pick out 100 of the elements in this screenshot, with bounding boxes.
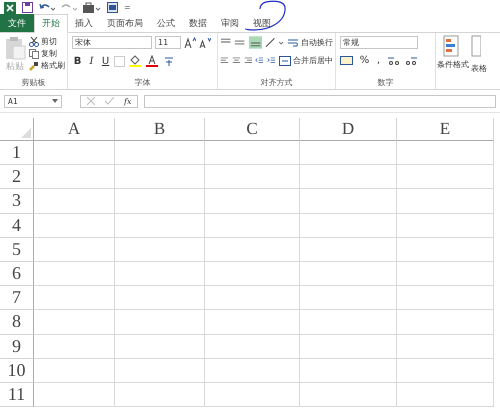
grid-cell[interactable]	[397, 141, 494, 166]
grid-cell[interactable]	[34, 382, 115, 408]
grid-cell[interactable]	[115, 286, 205, 310]
borders-icon[interactable]	[114, 56, 126, 66]
grid-cell[interactable]	[205, 286, 300, 310]
ribbon-tab[interactable]: 公式	[150, 14, 182, 32]
grid-cell[interactable]	[205, 189, 300, 214]
grid-cell[interactable]	[34, 141, 115, 166]
column-header[interactable]: A	[34, 118, 115, 141]
formula-input[interactable]	[144, 94, 496, 108]
row-header[interactable]: 1	[0, 141, 34, 166]
font-size-dropdown[interactable]: 11	[155, 36, 181, 49]
grid-cell[interactable]	[205, 262, 300, 286]
grid-cell[interactable]	[34, 358, 115, 383]
ribbon-tab[interactable]: 插入	[68, 14, 100, 32]
ribbon-tab[interactable]: 文件	[0, 14, 34, 32]
select-all-corner[interactable]	[0, 118, 34, 141]
grid-cell[interactable]	[205, 141, 300, 166]
cancel-icon[interactable]	[87, 97, 95, 105]
undo-icon[interactable]	[39, 2, 55, 13]
row-header[interactable]: 10	[0, 358, 34, 383]
grid-cell[interactable]	[397, 286, 494, 310]
grid-cell[interactable]	[115, 238, 205, 262]
percent-button[interactable]: %	[359, 55, 370, 66]
grid-cell[interactable]	[300, 358, 397, 383]
orientation-icon[interactable]	[265, 37, 284, 48]
grid-cell[interactable]	[205, 165, 300, 190]
decrease-decimal-icon[interactable]	[404, 55, 418, 66]
grid-cell[interactable]	[300, 214, 397, 238]
grid-cell[interactable]	[34, 238, 115, 262]
grid-cell[interactable]	[300, 382, 397, 408]
grid-cell[interactable]	[34, 189, 115, 214]
grid-cell[interactable]	[115, 165, 205, 190]
ribbon-tab[interactable]: 页面布局	[100, 14, 150, 32]
comma-button[interactable]: ,	[373, 55, 384, 66]
enter-icon[interactable]	[105, 97, 114, 105]
row-header[interactable]: 4	[0, 214, 34, 238]
grid-cell[interactable]	[300, 262, 397, 286]
shrink-font-icon[interactable]	[199, 37, 211, 48]
grid-cell[interactable]	[397, 214, 494, 238]
grid-cell[interactable]	[115, 214, 205, 238]
row-header[interactable]: 7	[0, 286, 34, 310]
insert-function-button[interactable]: fx	[124, 96, 132, 106]
cut-button[interactable]: 剪切	[29, 36, 65, 47]
row-header[interactable]: 9	[0, 334, 34, 359]
briefcase-icon[interactable]	[83, 2, 101, 13]
wrap-text-button[interactable]: 自动换行	[287, 37, 333, 48]
grid-cell[interactable]	[397, 382, 494, 408]
grid-cell[interactable]	[300, 141, 397, 166]
increase-decimal-icon[interactable]	[387, 55, 401, 66]
grid-cell[interactable]	[205, 310, 300, 334]
grid-cell[interactable]	[115, 189, 205, 214]
grid-cell[interactable]	[34, 286, 115, 310]
grid-cell[interactable]	[34, 262, 115, 286]
grid-cell[interactable]	[397, 334, 494, 359]
row-header[interactable]: 6	[0, 262, 34, 286]
save-icon[interactable]	[22, 2, 33, 13]
merge-center-button[interactable]: 合并后居中	[278, 55, 333, 66]
italic-button[interactable]: I	[86, 56, 97, 66]
underline-button[interactable]: U	[100, 56, 111, 66]
ribbon-tab[interactable]: 审阅	[214, 14, 246, 32]
customize-toolbar-button[interactable]: =	[124, 3, 131, 12]
grid-cell[interactable]	[115, 334, 205, 359]
number-format-dropdown[interactable]: 常规	[340, 36, 418, 49]
grid-cell[interactable]	[115, 262, 205, 286]
bold-button[interactable]: B	[72, 56, 83, 66]
copy-button[interactable]: 复制	[29, 48, 65, 59]
grid-cell[interactable]	[205, 334, 300, 359]
grid-cell[interactable]	[397, 189, 494, 214]
grid-cell[interactable]	[300, 238, 397, 262]
form-icon[interactable]	[107, 2, 118, 13]
font-name-dropdown[interactable]: 宋体	[72, 36, 152, 49]
column-header[interactable]: C	[205, 118, 300, 141]
name-box[interactable]: A1	[4, 94, 62, 108]
grid-cell[interactable]	[300, 165, 397, 190]
grid-cell[interactable]	[397, 310, 494, 334]
ribbon-tab[interactable]: 开始	[34, 14, 68, 33]
grid-cell[interactable]	[34, 310, 115, 334]
grid-cell[interactable]	[34, 165, 115, 190]
grid-cell[interactable]	[397, 165, 494, 190]
grow-font-icon[interactable]	[184, 37, 196, 48]
grid-cell[interactable]	[300, 286, 397, 310]
grid-cell[interactable]	[300, 310, 397, 334]
ribbon-tab[interactable]: 数据	[182, 14, 214, 32]
column-header[interactable]: E	[397, 118, 494, 141]
grid-cell[interactable]	[205, 238, 300, 262]
grid-cell[interactable]	[300, 189, 397, 214]
excel-logo-icon[interactable]	[4, 2, 16, 14]
grid-cell[interactable]	[34, 214, 115, 238]
grid-cell[interactable]	[205, 358, 300, 383]
grid-cell[interactable]	[115, 382, 205, 408]
fill-color-icon[interactable]	[129, 55, 143, 67]
grid-cell[interactable]	[205, 214, 300, 238]
row-header[interactable]: 2	[0, 165, 34, 190]
table-format-button[interactable]: 表格	[471, 35, 487, 89]
grid-cell[interactable]	[115, 310, 205, 334]
redo-icon[interactable]	[61, 2, 77, 13]
grid-cell[interactable]	[397, 262, 494, 286]
row-header[interactable]: 3	[0, 189, 34, 214]
row-header[interactable]: 8	[0, 310, 34, 334]
